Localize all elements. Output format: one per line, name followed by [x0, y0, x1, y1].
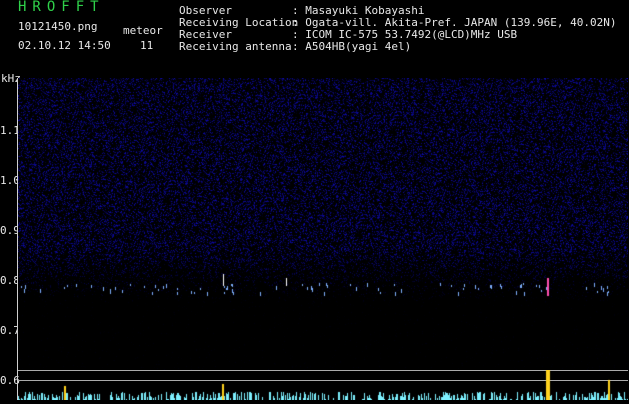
- file-datetime: 02.10.12 14:50: [18, 39, 111, 52]
- spectrogram-canvas: [18, 78, 628, 370]
- spectrogram-waterfall: [18, 78, 628, 370]
- app-title: HROFFT: [18, 0, 105, 15]
- info-antenna-key: Receiving antenna: [179, 40, 292, 53]
- meteor-count: 11: [140, 39, 154, 52]
- info-antenna-value: : A504HB(yagi 4el): [292, 40, 412, 53]
- file-name: 10121450.png: [18, 20, 98, 33]
- meteor-trace-strip: [18, 370, 628, 400]
- trace-canvas: [18, 370, 628, 400]
- meteor-label: meteor: [123, 24, 163, 37]
